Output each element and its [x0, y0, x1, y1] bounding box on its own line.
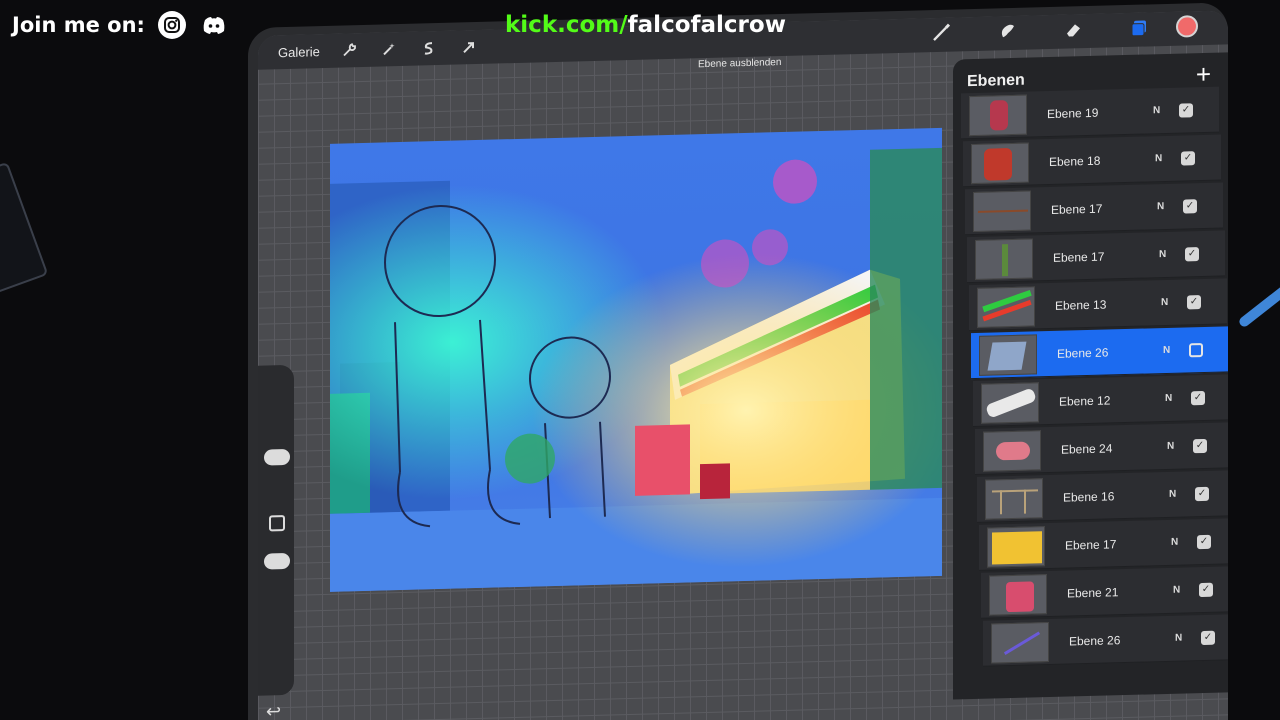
visibility-checkbox[interactable]: ✓	[1197, 534, 1211, 549]
blend-mode-button[interactable]: N	[1167, 440, 1187, 452]
layer-name: Ebene 17	[1053, 249, 1105, 265]
eraser-icon[interactable]	[1062, 18, 1084, 41]
undo-icon[interactable]: ↩	[266, 701, 281, 720]
layer-row-selected[interactable]: Ebene 26 N	[971, 326, 1228, 380]
layer-row[interactable]: Ebene 17 N ✓	[979, 518, 1228, 571]
layer-row[interactable]: Ebene 12 N ✓	[973, 374, 1228, 428]
layer-name: Ebene 17	[1065, 536, 1117, 553]
layer-name: Ebene 24	[1061, 440, 1113, 457]
opacity-slider[interactable]	[264, 552, 290, 570]
blend-mode-button[interactable]: N	[1159, 249, 1179, 260]
layer-row[interactable]: Ebene 16 N ✓	[977, 470, 1228, 523]
join-text: Join me on:	[12, 13, 145, 37]
visibility-checkbox[interactable]: ✓	[1187, 294, 1201, 309]
wrench-icon[interactable]	[338, 39, 360, 62]
left-sidebar: ↩	[258, 364, 294, 720]
layer-row[interactable]: Ebene 19 N ✓	[961, 86, 1219, 140]
layer-thumbnail	[983, 429, 1041, 472]
visibility-checkbox[interactable]: ✓	[1199, 582, 1213, 597]
visibility-checkbox[interactable]: ✓	[1183, 198, 1197, 214]
layer-thumbnail	[981, 381, 1039, 424]
artwork-canvas[interactable]	[330, 127, 942, 592]
visibility-checkbox[interactable]: ✓	[1193, 438, 1207, 453]
layer-thumbnail	[973, 189, 1031, 232]
layer-row[interactable]: Ebene 24 N ✓	[975, 422, 1228, 475]
visibility-checkbox[interactable]: ✓	[1179, 102, 1193, 118]
layer-thumbnail	[991, 621, 1049, 664]
blend-mode-button[interactable]: N	[1169, 488, 1189, 500]
layers-title: Ebenen	[967, 71, 1025, 91]
background-device	[0, 161, 49, 299]
transform-arrow-icon[interactable]	[458, 36, 480, 59]
gallery-button[interactable]: Galerie	[278, 44, 320, 60]
layer-row[interactable]: Ebene 26 N ✓	[983, 613, 1228, 667]
selection-icon[interactable]	[418, 37, 440, 60]
blend-mode-button[interactable]: N	[1163, 345, 1183, 356]
layer-row[interactable]: Ebene 17 N ✓	[967, 230, 1225, 284]
blend-mode-button[interactable]: N	[1155, 153, 1175, 164]
visibility-checkbox[interactable]: ✓	[1181, 150, 1195, 166]
blend-mode-button[interactable]: N	[1165, 392, 1185, 404]
layer-thumbnail	[971, 142, 1029, 184]
visibility-checkbox[interactable]: ✓	[1191, 390, 1205, 405]
magic-wand-icon[interactable]	[378, 38, 400, 61]
social-overlay: Join me on:	[12, 10, 229, 40]
brush-icon[interactable]	[930, 22, 952, 45]
blend-mode-button[interactable]: N	[1157, 201, 1177, 212]
blend-mode-button[interactable]: N	[1161, 297, 1181, 308]
discord-icon	[199, 10, 229, 40]
layer-row[interactable]: Ebene 17 N ✓	[965, 182, 1223, 236]
layers-icon[interactable]	[1128, 16, 1150, 39]
artwork-illustration	[330, 127, 942, 592]
smudge-icon[interactable]	[996, 20, 1018, 43]
blend-mode-button[interactable]: N	[1171, 536, 1191, 548]
layer-thumbnail	[975, 237, 1033, 280]
visibility-checkbox[interactable]: ✓	[1195, 486, 1209, 501]
instagram-icon	[157, 10, 187, 40]
plus-icon[interactable]: +	[1196, 59, 1211, 90]
procreate-screen: Galerie Ebene ausblenden ↩ Ebenen + Eben…	[258, 10, 1228, 720]
layer-row[interactable]: Ebene 21 N ✓	[981, 566, 1228, 619]
layer-name: Ebene 16	[1063, 488, 1115, 505]
layer-name: Ebene 18	[1049, 153, 1101, 169]
layer-thumbnail	[977, 285, 1035, 328]
right-toolbar	[912, 15, 1198, 44]
layer-name: Ebene 19	[1047, 105, 1099, 121]
layer-thumbnail	[987, 525, 1045, 568]
apple-pencil	[1237, 271, 1280, 329]
blend-mode-button[interactable]: N	[1173, 584, 1193, 596]
visibility-checkbox[interactable]: ✓	[1185, 246, 1199, 261]
layer-name: Ebene 17	[1051, 201, 1103, 217]
layer-name: Ebene 26	[1057, 344, 1109, 361]
layer-thumbnail	[979, 333, 1037, 376]
visibility-checkbox[interactable]: ✓	[1201, 630, 1215, 645]
layer-name: Ebene 26	[1069, 632, 1121, 649]
notice-banner: Ebene ausblenden	[698, 57, 782, 71]
stream-url-user: falcofalcrow	[627, 12, 786, 38]
brush-size-slider[interactable]	[264, 448, 290, 466]
layer-row[interactable]: Ebene 18 N ✓	[963, 134, 1221, 188]
stream-url: kick.com/falcofalcrow	[505, 12, 786, 38]
ipad-device: Galerie Ebene ausblenden ↩ Ebenen + Eben…	[248, 2, 1228, 720]
layer-name: Ebene 12	[1059, 392, 1111, 409]
layers-panel: Ebenen + Ebene 19 N ✓ Ebene 18 N ✓ Ebene…	[953, 51, 1228, 700]
layer-thumbnail	[969, 94, 1027, 136]
blend-mode-button[interactable]: N	[1153, 105, 1173, 116]
visibility-checkbox[interactable]	[1189, 342, 1203, 357]
layer-name: Ebene 21	[1067, 584, 1119, 601]
blend-mode-button[interactable]: N	[1175, 632, 1195, 644]
layer-name: Ebene 13	[1055, 297, 1107, 313]
color-icon[interactable]	[1176, 15, 1198, 38]
stream-url-domain: kick.com/	[505, 12, 628, 38]
layer-thumbnail	[985, 477, 1043, 520]
modify-button[interactable]	[269, 515, 285, 532]
layer-thumbnail	[989, 573, 1047, 616]
layer-row[interactable]: Ebene 13 N ✓	[969, 278, 1227, 332]
